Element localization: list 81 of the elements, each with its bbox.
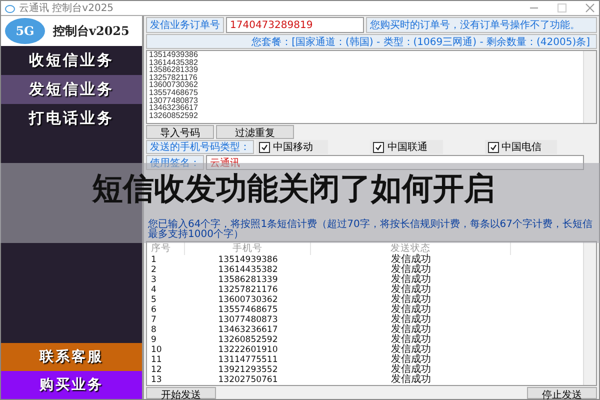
table-cell-text: 发信成功: [390, 345, 432, 355]
order-field[interactable]: 1740473289819: [226, 17, 364, 33]
logo-title: 控制台v2025: [53, 22, 130, 40]
action-button[interactable]: 过滤重复: [216, 125, 294, 139]
table-cell-text: 发信成功: [390, 365, 432, 375]
table-cell-text: 13514939386: [217, 255, 279, 265]
logo-badge: 5G: [5, 18, 45, 44]
order-hint: 您购买时的订单号，没有订单号操作不了功能。: [366, 17, 597, 33]
table-cell-text: 12: [150, 365, 163, 375]
table-cell-text: 7: [150, 315, 158, 325]
table-cell-text: 3: [150, 275, 158, 285]
column-header: 手机号: [185, 242, 311, 255]
table-cell-text: 5: [150, 295, 158, 305]
table-cell-text: 13260852592: [217, 335, 279, 345]
phone-number: 13586281339: [149, 66, 199, 74]
phone-number: 13514939386: [149, 51, 199, 59]
table-cell-text: 发信成功: [390, 275, 432, 285]
table-cell-text: 发信成功: [390, 315, 432, 325]
action-button[interactable]: 导入号码: [146, 125, 214, 139]
table-cell-text: 发信成功: [390, 285, 432, 295]
scrollbar[interactable]: [583, 51, 596, 123]
table-cell-text: 8: [150, 325, 158, 335]
table-cell-text: 9: [150, 335, 158, 345]
phone-number: 13463236617: [149, 104, 199, 112]
table-cell-text: 4: [150, 285, 158, 295]
phone-number: 13077480873: [149, 96, 199, 104]
table-cell-text: 发信成功: [390, 335, 432, 345]
table-cell-text: 11: [150, 355, 163, 365]
table-cell-text: 发信成功: [390, 305, 432, 315]
table-cell-text: 13077480873: [217, 315, 279, 325]
table-cell-text: 发信成功: [390, 255, 432, 265]
table-cell-text: 13: [150, 375, 163, 385]
phone-number: 13614435382: [149, 58, 199, 66]
phone-number: 13600730362: [149, 81, 199, 89]
checkbox-label: 中国联通: [387, 140, 428, 154]
table-cell-text: 2: [150, 265, 158, 275]
sidebar-button[interactable]: 联系客服: [1, 343, 142, 371]
phone-number: 13557468675: [149, 88, 199, 97]
sidebar-button[interactable]: 购买业务: [1, 371, 142, 399]
order-label: 发信业务订单号: [146, 17, 224, 33]
action-button[interactable]: 停止发送: [527, 387, 597, 399]
table-cell-text: 13222601910: [217, 345, 279, 355]
column-header: 发送状态: [311, 242, 511, 255]
table-cell-text: 13463236617: [217, 325, 279, 335]
table-cell-text: 13586281339: [217, 275, 279, 285]
checkbox-label: 中国电信: [502, 140, 542, 154]
table-cell-text: 13600730362: [217, 295, 279, 305]
table-cell-text: 发信成功: [390, 355, 432, 365]
table-cell-text: 发信成功: [390, 375, 432, 385]
table-cell-text: 6: [150, 305, 158, 315]
table-cell-text: 13202750761: [217, 375, 279, 385]
phone-number: 13257821176: [149, 74, 198, 82]
table-cell-text: 发信成功: [390, 265, 432, 275]
package-info: 您套餐：[国家通道：(韩国) - 类型：(1069三网通) - 剩余数量：(42005)条]: [146, 34, 597, 49]
sidebar-item[interactable]: 收短信业务: [1, 46, 142, 75]
sidebar-item[interactable]: 打电话业务: [1, 104, 142, 133]
character-counter: 您已输入64个字，将按照1条短信计费（超过70字，将按长信规则计费，每条以67个字计费，长短信最多支持1000个字）: [147, 220, 594, 240]
table-cell-text: 13614435382: [217, 265, 279, 275]
scrollbar[interactable]: [583, 242, 596, 385]
column-header: 序号: [147, 242, 185, 255]
checkbox-label: 中国移动: [273, 140, 313, 154]
table-cell-text: 13921293552: [217, 365, 279, 375]
table-cell-text: 13257821176: [217, 285, 279, 295]
signature-label: 使用签名：: [146, 155, 204, 170]
action-button[interactable]: 开始发送: [146, 387, 216, 399]
table-cell-text: 发信成功: [390, 325, 432, 335]
maximize-icon[interactable]: [557, 3, 567, 13]
checkbox[interactable]: [488, 142, 499, 152]
table-cell-text: 13114775511: [217, 355, 279, 365]
table-cell-text: 发信成功: [390, 295, 432, 305]
sidebar-item[interactable]: 发短信业务: [1, 75, 142, 104]
table-cell-text: 13557468675: [217, 305, 279, 315]
window-title: 云通讯 控制台v2025: [19, 2, 114, 15]
checkbox[interactable]: [373, 142, 384, 152]
checkbox[interactable]: [259, 142, 270, 152]
phone-number: 13260852592: [149, 112, 199, 120]
table-cell-text: 10: [150, 345, 163, 355]
close-icon[interactable]: [585, 3, 595, 13]
numbers-area[interactable]: 13514939386 13614435382 13586281339 13257821176 13600730362 13557468675 13077480873 13463236617 13260852592: [146, 50, 597, 124]
carrier-label: 发送的手机号码类型：: [146, 140, 254, 154]
table-cell-text: 1: [150, 255, 158, 265]
